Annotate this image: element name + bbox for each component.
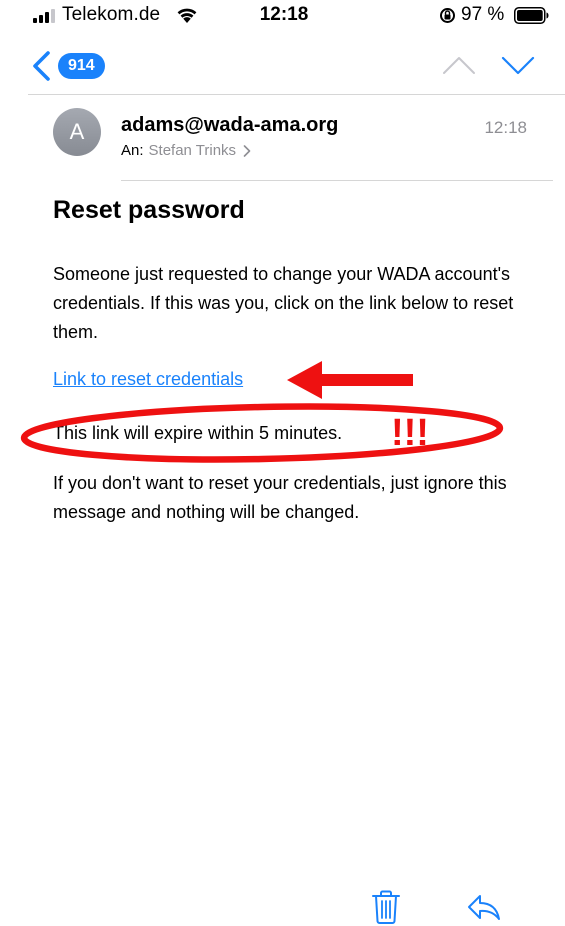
orientation-lock-icon: [440, 8, 455, 23]
recipient-name: Stefan Trinks: [148, 142, 237, 159]
recipient-line[interactable]: An: Stefan Trinks: [121, 142, 251, 159]
battery-icon: [514, 7, 549, 24]
body-paragraph-3: If you don't want to reset your credenti…: [53, 473, 507, 522]
nav-divider: [28, 94, 565, 95]
carrier-name: Telekom.de: [62, 4, 161, 25]
unread-count-badge: 914: [58, 53, 105, 79]
received-time: 12:18: [484, 118, 527, 137]
exclamation-marks: !!!: [391, 412, 429, 454]
subject: Reset password: [53, 196, 245, 224]
status-bar: Telekom.de 12:18 97 %: [0, 0, 565, 40]
body-paragraph-1: Someone just requested to change your WA…: [53, 264, 514, 342]
expiry-notice: This link will expire within 5 minutes.: [53, 423, 343, 443]
avatar[interactable]: A: [53, 108, 101, 156]
nav-bar: 914: [0, 40, 565, 94]
header-divider: [121, 180, 553, 181]
sender-address[interactable]: adams@wada-ama.org: [121, 114, 338, 137]
chevron-right-icon: [243, 144, 251, 157]
status-time: 12:18: [259, 4, 309, 25]
reply-icon[interactable]: [466, 893, 502, 923]
reset-credentials-link[interactable]: Link to reset credentials: [53, 369, 243, 390]
wifi-icon: [177, 8, 197, 23]
battery-percent: 97 %: [461, 4, 505, 25]
recipient-prefix: An:: [121, 142, 144, 159]
signal-icon: [33, 9, 55, 23]
back-chevron-icon: [33, 51, 50, 81]
chevron-down-icon[interactable]: [500, 50, 536, 80]
back-button[interactable]: 914: [32, 50, 105, 82]
trash-icon[interactable]: [371, 890, 401, 924]
red-arrow: [287, 361, 413, 399]
chevron-up-icon[interactable]: [441, 50, 477, 80]
